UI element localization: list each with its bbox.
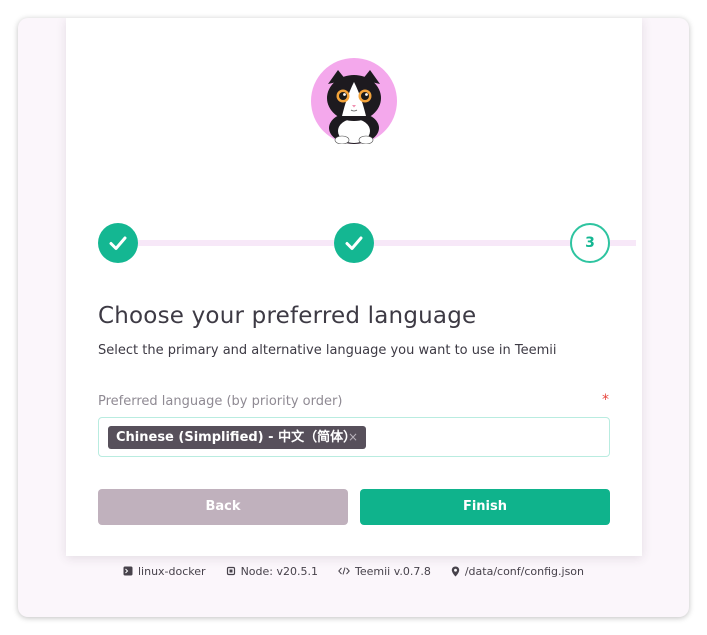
step-3-number: 3 bbox=[585, 235, 595, 251]
cat-avatar bbox=[311, 58, 397, 144]
language-tag: Chinese (Simplified) - 中文（简体） × bbox=[108, 426, 366, 449]
required-indicator: * bbox=[602, 392, 609, 408]
system-info-footer: linux-docker Node: v20.5.1 Teemii v.0.7.… bbox=[18, 563, 689, 579]
step-1-complete bbox=[98, 223, 138, 263]
page-subtitle: Select the primary and alternative langu… bbox=[98, 343, 557, 358]
code-icon bbox=[338, 567, 350, 575]
host-label: linux-docker bbox=[137, 564, 206, 578]
step-3-current: 3 bbox=[570, 223, 610, 263]
checkmark-icon bbox=[109, 236, 127, 250]
stepper-track bbox=[136, 240, 636, 246]
config-path: /data/conf/config.json bbox=[464, 564, 585, 578]
tag-remove-icon[interactable]: × bbox=[348, 426, 358, 449]
node-info: Node: v20.5.1 bbox=[226, 563, 318, 579]
terminal-icon bbox=[123, 566, 133, 576]
host-info: linux-docker bbox=[123, 563, 206, 579]
finish-button[interactable]: Finish bbox=[360, 489, 610, 525]
chip-icon bbox=[226, 566, 235, 576]
language-multiselect[interactable]: Chinese (Simplified) - 中文（简体） × bbox=[98, 417, 610, 457]
location-pin-icon bbox=[451, 566, 460, 576]
progress-stepper: 3 bbox=[66, 223, 642, 263]
app-info: Teemii v.0.7.8 bbox=[338, 563, 431, 579]
app-window: 3 Choose your preferred language Select … bbox=[18, 18, 689, 617]
onboarding-card: 3 Choose your preferred language Select … bbox=[66, 18, 642, 556]
node-version: Node: v20.5.1 bbox=[240, 564, 318, 578]
step-2-complete bbox=[334, 223, 374, 263]
app-version: Teemii v.0.7.8 bbox=[354, 564, 431, 578]
checkmark-icon bbox=[345, 236, 363, 250]
back-button[interactable]: Back bbox=[98, 489, 348, 525]
page-title: Choose your preferred language bbox=[98, 303, 477, 329]
language-field-label: Preferred language (by priority order) bbox=[98, 394, 343, 409]
config-info: /data/conf/config.json bbox=[451, 563, 584, 579]
language-tag-label: Chinese (Simplified) - 中文（简体） bbox=[116, 430, 357, 445]
